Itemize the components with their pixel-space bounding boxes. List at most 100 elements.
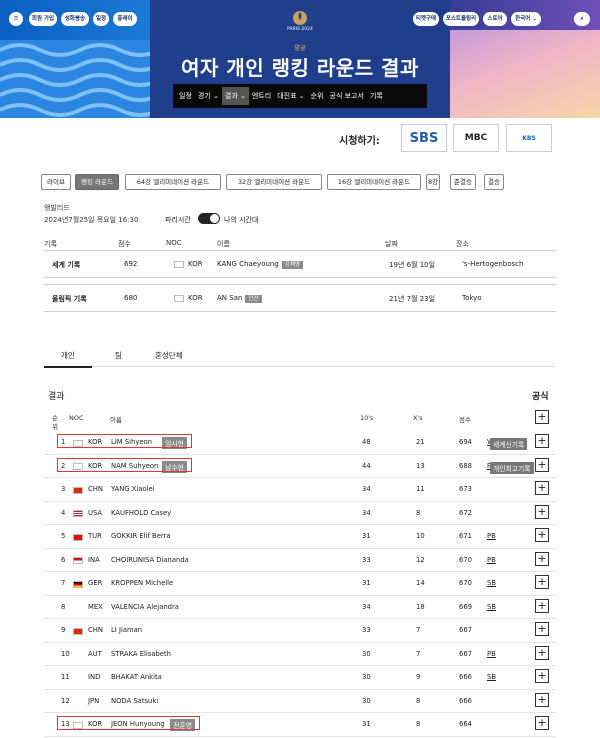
score: 670 <box>459 555 472 564</box>
rank: 3 <box>61 485 66 493</box>
table-row: 12 JPN NODA Satsuki 30 8 666 + <box>44 690 556 713</box>
record-type: 올림픽 기록 <box>52 295 87 303</box>
table-row: 4 USA KAUFHOLD Casey 34 8 672 + <box>44 502 556 525</box>
expand-row-button[interactable]: + <box>535 457 549 472</box>
sbs-button[interactable]: SBS <box>401 124 447 152</box>
kbs-button[interactable]: KBS <box>506 124 552 152</box>
paris-time-label: 파리시간 <box>165 216 191 224</box>
noc: TUR <box>88 532 102 540</box>
expand-row-button[interactable]: + <box>535 434 549 448</box>
store-button[interactable]: 스토어 <box>483 12 507 26</box>
record-code[interactable]: PB <box>487 556 496 564</box>
expand-all-button[interactable]: + <box>535 410 549 424</box>
mbc-button[interactable]: MBC <box>453 124 499 152</box>
search-icon[interactable]: ⌕ <box>574 12 590 26</box>
timezone-toggle[interactable] <box>198 213 220 224</box>
hero-banner: ☰ 회원 가입 성화봉송 일정 홍레이 티켓구매 포스트올림리 스토어 한국어 … <box>0 0 600 118</box>
xs: 10 <box>416 532 425 540</box>
nav-standings[interactable]: 순위 <box>308 87 327 105</box>
nav-report[interactable]: 공식 보고서 <box>327 87 367 105</box>
xs: 7 <box>416 649 421 658</box>
header-xs: X's <box>413 414 423 422</box>
expand-row-button[interactable]: + <box>535 598 549 613</box>
wave-decoration <box>0 40 150 118</box>
noc: IND <box>88 673 101 681</box>
noc: JPN <box>88 696 100 705</box>
athlete-name: NODA Satsuki <box>111 696 159 705</box>
record-tag: 개인최고기록 <box>490 461 534 474</box>
athlete-name: KAUFHOLD Casey <box>111 508 172 517</box>
header-tens: 10's <box>360 414 374 422</box>
filter-r64[interactable]: 64강 엘리미네이션 라운드 <box>125 174 221 190</box>
tens: 34 <box>362 508 371 517</box>
highlight-box <box>57 457 193 472</box>
noc: GER <box>88 579 103 587</box>
expand-row-button[interactable]: + <box>535 528 549 542</box>
nav-bracket[interactable]: 대진표 ⌄ <box>274 87 307 105</box>
record-row-olympic: 올림픽 기록 680 KOR AN San 안산 21년 7월 23일 Tokyo <box>44 284 556 312</box>
nav-competition[interactable]: 경기 ⌄ <box>195 87 222 105</box>
flag-icon <box>73 627 87 635</box>
score: 666 <box>459 673 472 681</box>
record-score: 680 <box>124 294 138 302</box>
signup-button[interactable]: 회원 가입 <box>29 12 57 26</box>
expand-row-button[interactable]: + <box>535 575 549 589</box>
tab-mixed-team[interactable]: 혼성단체 <box>155 350 183 361</box>
filter-ranking-round[interactable]: 랭킹 라운드 <box>75 174 119 190</box>
nav-entries[interactable]: 엔트리 <box>249 87 274 105</box>
rank: 4 <box>61 508 66 517</box>
xs: 18 <box>416 602 425 611</box>
nav-records[interactable]: 기록 <box>367 87 386 105</box>
record-code[interactable]: PB <box>487 532 496 540</box>
record-code[interactable]: SB <box>487 673 496 681</box>
record-date: 21년 7월 23일 <box>389 295 436 303</box>
xs: 8 <box>416 696 421 705</box>
expand-row-button[interactable]: + <box>535 645 549 660</box>
record-code[interactable]: SB <box>487 579 496 587</box>
language-select[interactable]: 한국어 ⌄ <box>511 12 541 26</box>
menu-icon[interactable]: ☰ <box>9 12 23 26</box>
expand-row-button[interactable]: + <box>535 504 549 519</box>
xs: 12 <box>416 555 425 564</box>
filter-r32[interactable]: 32강 엘리미네이션 라운드 <box>226 174 322 190</box>
torch-relay-button[interactable]: 성화봉송 <box>61 12 89 26</box>
home-button[interactable]: 홍레이 <box>113 12 137 26</box>
record-code[interactable]: PB <box>487 650 496 658</box>
score: 669 <box>459 602 472 611</box>
tab-individual[interactable]: 개인 <box>61 350 75 361</box>
record-score: 692 <box>124 260 138 268</box>
expand-row-button[interactable]: + <box>535 669 549 683</box>
record-code[interactable]: SB <box>487 603 496 611</box>
tab-team[interactable]: 팀 <box>115 350 122 361</box>
xs: 11 <box>416 485 425 493</box>
filter-semifinal[interactable]: 준결승 <box>450 174 476 190</box>
rec-header-name: 이름 <box>217 240 230 248</box>
score: 688 <box>459 461 472 470</box>
score: 670 <box>459 579 472 587</box>
filter-quarterfinal[interactable]: 8강 <box>426 174 440 190</box>
schedule-button[interactable]: 일정 <box>93 12 109 26</box>
event-nav: 일정 경기 ⌄ 결과 ⌄ 엔트리 대진표 ⌄ 순위 공식 보고서 기록 <box>173 84 427 108</box>
expand-row-button[interactable]: + <box>535 716 549 730</box>
expand-row-button[interactable]: + <box>535 692 549 707</box>
filter-r16[interactable]: 16강 엘리미네이션 라운드 <box>327 174 421 190</box>
header-score: 점수 <box>459 416 471 424</box>
watch-label: 시청하기: <box>339 136 380 147</box>
score: 667 <box>459 626 472 634</box>
tens: 34 <box>362 602 371 611</box>
score: 664 <box>459 720 472 728</box>
score: 667 <box>459 649 472 658</box>
table-row: 11 IND BHAKAT Ankita 30 9 666 SB + <box>44 666 556 690</box>
nav-schedule[interactable]: 일정 <box>176 87 195 105</box>
paralympics-button[interactable]: 포스트올림리 <box>443 12 479 26</box>
nav-results[interactable]: 결과 ⌄ <box>221 87 249 105</box>
expand-row-button[interactable]: + <box>535 551 549 566</box>
tickets-button[interactable]: 티켓구매 <box>413 12 439 26</box>
expand-row-button[interactable]: + <box>535 622 549 636</box>
filter-final[interactable]: 결승 <box>484 174 504 190</box>
expand-row-button[interactable]: + <box>535 481 549 495</box>
tens: 30 <box>362 649 371 658</box>
noc: INA <box>88 555 100 564</box>
filter-live[interactable]: 라이브 <box>41 174 71 190</box>
header-name: 이름 <box>110 416 122 424</box>
